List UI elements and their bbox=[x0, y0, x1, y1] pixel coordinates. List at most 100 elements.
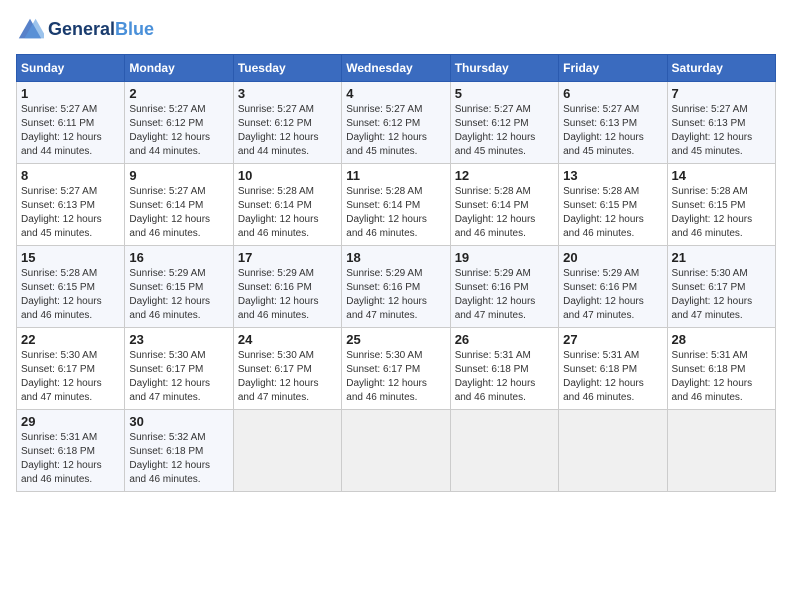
calendar-cell: 4 Sunrise: 5:27 AM Sunset: 6:12 PM Dayli… bbox=[342, 82, 450, 164]
week-row-1: 1 Sunrise: 5:27 AM Sunset: 6:11 PM Dayli… bbox=[17, 82, 776, 164]
day-detail: Sunrise: 5:29 AM Sunset: 6:16 PM Dayligh… bbox=[455, 267, 554, 323]
day-detail: Sunrise: 5:27 AM Sunset: 6:13 PM Dayligh… bbox=[672, 103, 771, 159]
day-number: 7 bbox=[672, 86, 771, 101]
day-detail: Sunrise: 5:28 AM Sunset: 6:14 PM Dayligh… bbox=[455, 185, 554, 241]
day-detail: Sunrise: 5:27 AM Sunset: 6:12 PM Dayligh… bbox=[238, 103, 337, 159]
day-number: 24 bbox=[238, 332, 337, 347]
weekday-header-row: SundayMondayTuesdayWednesdayThursdayFrid… bbox=[17, 55, 776, 82]
day-number: 9 bbox=[129, 168, 228, 183]
day-number: 25 bbox=[346, 332, 445, 347]
day-number: 5 bbox=[455, 86, 554, 101]
day-number: 15 bbox=[21, 250, 120, 265]
day-detail: Sunrise: 5:28 AM Sunset: 6:15 PM Dayligh… bbox=[672, 185, 771, 241]
week-row-2: 8 Sunrise: 5:27 AM Sunset: 6:13 PM Dayli… bbox=[17, 164, 776, 246]
day-detail: Sunrise: 5:27 AM Sunset: 6:12 PM Dayligh… bbox=[346, 103, 445, 159]
calendar-cell: 9 Sunrise: 5:27 AM Sunset: 6:14 PM Dayli… bbox=[125, 164, 233, 246]
weekday-header-tuesday: Tuesday bbox=[233, 55, 341, 82]
day-detail: Sunrise: 5:30 AM Sunset: 6:17 PM Dayligh… bbox=[129, 349, 228, 405]
calendar-cell: 24 Sunrise: 5:30 AM Sunset: 6:17 PM Dayl… bbox=[233, 328, 341, 410]
calendar-cell: 21 Sunrise: 5:30 AM Sunset: 6:17 PM Dayl… bbox=[667, 246, 775, 328]
calendar-cell: 3 Sunrise: 5:27 AM Sunset: 6:12 PM Dayli… bbox=[233, 82, 341, 164]
day-detail: Sunrise: 5:32 AM Sunset: 6:18 PM Dayligh… bbox=[129, 431, 228, 487]
calendar-cell: 22 Sunrise: 5:30 AM Sunset: 6:17 PM Dayl… bbox=[17, 328, 125, 410]
day-number: 8 bbox=[21, 168, 120, 183]
day-detail: Sunrise: 5:29 AM Sunset: 6:16 PM Dayligh… bbox=[563, 267, 662, 323]
calendar-cell bbox=[667, 410, 775, 492]
day-number: 27 bbox=[563, 332, 662, 347]
day-number: 21 bbox=[672, 250, 771, 265]
calendar-cell bbox=[342, 410, 450, 492]
day-detail: Sunrise: 5:30 AM Sunset: 6:17 PM Dayligh… bbox=[672, 267, 771, 323]
calendar-cell: 10 Sunrise: 5:28 AM Sunset: 6:14 PM Dayl… bbox=[233, 164, 341, 246]
weekday-header-thursday: Thursday bbox=[450, 55, 558, 82]
calendar-cell: 28 Sunrise: 5:31 AM Sunset: 6:18 PM Dayl… bbox=[667, 328, 775, 410]
day-number: 3 bbox=[238, 86, 337, 101]
day-detail: Sunrise: 5:28 AM Sunset: 6:14 PM Dayligh… bbox=[238, 185, 337, 241]
day-detail: Sunrise: 5:28 AM Sunset: 6:14 PM Dayligh… bbox=[346, 185, 445, 241]
calendar-cell: 7 Sunrise: 5:27 AM Sunset: 6:13 PM Dayli… bbox=[667, 82, 775, 164]
day-detail: Sunrise: 5:30 AM Sunset: 6:17 PM Dayligh… bbox=[346, 349, 445, 405]
calendar-cell: 14 Sunrise: 5:28 AM Sunset: 6:15 PM Dayl… bbox=[667, 164, 775, 246]
day-detail: Sunrise: 5:27 AM Sunset: 6:13 PM Dayligh… bbox=[563, 103, 662, 159]
day-detail: Sunrise: 5:29 AM Sunset: 6:16 PM Dayligh… bbox=[346, 267, 445, 323]
logo-text: GeneralBlue bbox=[48, 20, 154, 40]
weekday-header-sunday: Sunday bbox=[17, 55, 125, 82]
week-row-5: 29 Sunrise: 5:31 AM Sunset: 6:18 PM Dayl… bbox=[17, 410, 776, 492]
day-number: 20 bbox=[563, 250, 662, 265]
week-row-3: 15 Sunrise: 5:28 AM Sunset: 6:15 PM Dayl… bbox=[17, 246, 776, 328]
logo-icon bbox=[16, 16, 44, 44]
day-number: 19 bbox=[455, 250, 554, 265]
day-detail: Sunrise: 5:28 AM Sunset: 6:15 PM Dayligh… bbox=[21, 267, 120, 323]
day-detail: Sunrise: 5:29 AM Sunset: 6:16 PM Dayligh… bbox=[238, 267, 337, 323]
calendar-table: SundayMondayTuesdayWednesdayThursdayFrid… bbox=[16, 54, 776, 492]
day-number: 17 bbox=[238, 250, 337, 265]
day-number: 11 bbox=[346, 168, 445, 183]
calendar-cell: 27 Sunrise: 5:31 AM Sunset: 6:18 PM Dayl… bbox=[559, 328, 667, 410]
calendar-cell: 16 Sunrise: 5:29 AM Sunset: 6:15 PM Dayl… bbox=[125, 246, 233, 328]
day-number: 1 bbox=[21, 86, 120, 101]
calendar-cell bbox=[559, 410, 667, 492]
calendar-cell: 13 Sunrise: 5:28 AM Sunset: 6:15 PM Dayl… bbox=[559, 164, 667, 246]
weekday-header-monday: Monday bbox=[125, 55, 233, 82]
day-number: 30 bbox=[129, 414, 228, 429]
day-detail: Sunrise: 5:31 AM Sunset: 6:18 PM Dayligh… bbox=[21, 431, 120, 487]
day-number: 26 bbox=[455, 332, 554, 347]
calendar-cell: 12 Sunrise: 5:28 AM Sunset: 6:14 PM Dayl… bbox=[450, 164, 558, 246]
logo: GeneralBlue bbox=[16, 16, 154, 44]
day-number: 13 bbox=[563, 168, 662, 183]
day-number: 23 bbox=[129, 332, 228, 347]
day-number: 6 bbox=[563, 86, 662, 101]
day-detail: Sunrise: 5:30 AM Sunset: 6:17 PM Dayligh… bbox=[238, 349, 337, 405]
weekday-header-saturday: Saturday bbox=[667, 55, 775, 82]
calendar-cell: 5 Sunrise: 5:27 AM Sunset: 6:12 PM Dayli… bbox=[450, 82, 558, 164]
day-detail: Sunrise: 5:30 AM Sunset: 6:17 PM Dayligh… bbox=[21, 349, 120, 405]
day-detail: Sunrise: 5:27 AM Sunset: 6:13 PM Dayligh… bbox=[21, 185, 120, 241]
calendar-cell: 23 Sunrise: 5:30 AM Sunset: 6:17 PM Dayl… bbox=[125, 328, 233, 410]
day-number: 22 bbox=[21, 332, 120, 347]
day-detail: Sunrise: 5:27 AM Sunset: 6:11 PM Dayligh… bbox=[21, 103, 120, 159]
calendar-cell: 8 Sunrise: 5:27 AM Sunset: 6:13 PM Dayli… bbox=[17, 164, 125, 246]
day-number: 12 bbox=[455, 168, 554, 183]
calendar-cell: 11 Sunrise: 5:28 AM Sunset: 6:14 PM Dayl… bbox=[342, 164, 450, 246]
calendar-cell: 29 Sunrise: 5:31 AM Sunset: 6:18 PM Dayl… bbox=[17, 410, 125, 492]
day-detail: Sunrise: 5:27 AM Sunset: 6:14 PM Dayligh… bbox=[129, 185, 228, 241]
calendar-cell: 30 Sunrise: 5:32 AM Sunset: 6:18 PM Dayl… bbox=[125, 410, 233, 492]
day-number: 16 bbox=[129, 250, 228, 265]
calendar-cell: 1 Sunrise: 5:27 AM Sunset: 6:11 PM Dayli… bbox=[17, 82, 125, 164]
day-number: 14 bbox=[672, 168, 771, 183]
day-detail: Sunrise: 5:31 AM Sunset: 6:18 PM Dayligh… bbox=[563, 349, 662, 405]
calendar-cell: 2 Sunrise: 5:27 AM Sunset: 6:12 PM Dayli… bbox=[125, 82, 233, 164]
calendar-cell: 15 Sunrise: 5:28 AM Sunset: 6:15 PM Dayl… bbox=[17, 246, 125, 328]
day-number: 10 bbox=[238, 168, 337, 183]
day-number: 28 bbox=[672, 332, 771, 347]
calendar-cell: 18 Sunrise: 5:29 AM Sunset: 6:16 PM Dayl… bbox=[342, 246, 450, 328]
calendar-cell: 26 Sunrise: 5:31 AM Sunset: 6:18 PM Dayl… bbox=[450, 328, 558, 410]
weekday-header-wednesday: Wednesday bbox=[342, 55, 450, 82]
day-detail: Sunrise: 5:28 AM Sunset: 6:15 PM Dayligh… bbox=[563, 185, 662, 241]
day-number: 4 bbox=[346, 86, 445, 101]
calendar-cell: 20 Sunrise: 5:29 AM Sunset: 6:16 PM Dayl… bbox=[559, 246, 667, 328]
day-detail: Sunrise: 5:31 AM Sunset: 6:18 PM Dayligh… bbox=[672, 349, 771, 405]
weekday-header-friday: Friday bbox=[559, 55, 667, 82]
calendar-cell: 25 Sunrise: 5:30 AM Sunset: 6:17 PM Dayl… bbox=[342, 328, 450, 410]
day-detail: Sunrise: 5:29 AM Sunset: 6:15 PM Dayligh… bbox=[129, 267, 228, 323]
